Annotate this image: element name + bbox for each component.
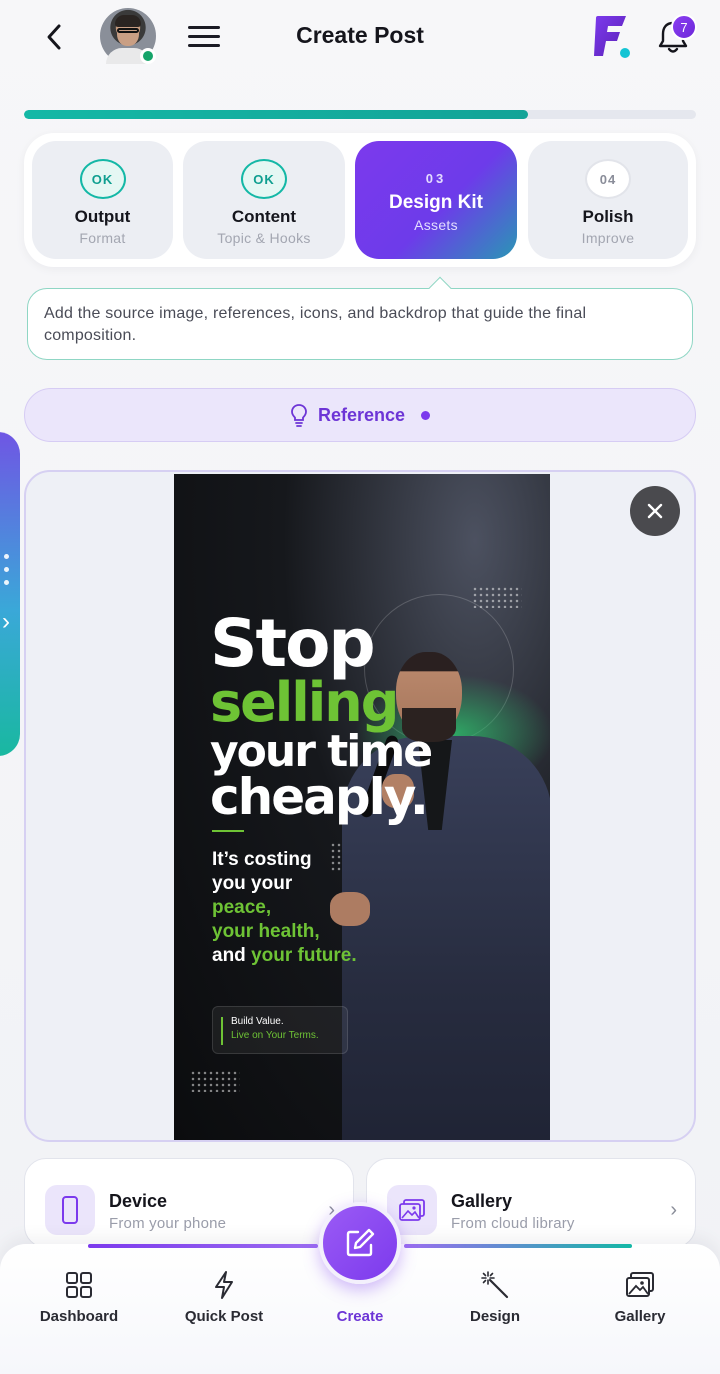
lightning-icon <box>164 1268 284 1302</box>
nav-label: Create <box>336 1308 384 1325</box>
info-text: Add the source image, references, icons,… <box>44 305 587 344</box>
remove-image-button[interactable] <box>630 486 680 536</box>
source-subtitle: From your phone <box>109 1215 227 1232</box>
poster-body-text: It’s costing you your peace, your health… <box>212 849 357 966</box>
top-app-bar: Create Post 7 <box>0 0 720 80</box>
step-title: Design Kit <box>389 192 483 213</box>
step-done-badge: OK <box>241 159 287 199</box>
notification-badge: 7 <box>671 14 697 40</box>
chevron-left-icon <box>47 24 61 50</box>
nav-quick-post[interactable]: Quick Post <box>164 1268 284 1325</box>
nav-label: Dashboard <box>39 1308 119 1325</box>
wizard-progress-bar <box>24 110 696 119</box>
online-status-dot <box>140 48 156 64</box>
upload-from-gallery-card[interactable]: Gallery From cloud library › <box>366 1158 696 1248</box>
step-subtitle: Format <box>79 230 126 246</box>
active-indicator-dot <box>421 410 431 420</box>
progress-fill <box>24 110 528 119</box>
close-icon <box>647 503 663 519</box>
nav-gallery[interactable]: Gallery <box>580 1268 700 1325</box>
step-title: Content <box>231 207 297 226</box>
drag-dots-icon <box>4 554 9 593</box>
step-design-kit[interactable]: 03 Design Kit Assets <box>355 141 517 259</box>
source-title: Gallery <box>451 1191 513 1211</box>
source-title: Device <box>109 1191 168 1211</box>
poster-headline: Stop selling your time cheaply. <box>210 605 433 826</box>
nav-label: Quick Post <box>184 1308 264 1325</box>
step-title: Output <box>74 207 131 226</box>
side-drawer-handle[interactable]: › <box>0 432 20 756</box>
user-avatar[interactable] <box>100 8 156 64</box>
back-button[interactable] <box>38 20 70 54</box>
nav-dashboard[interactable]: Dashboard <box>19 1268 139 1325</box>
step-number: 03 <box>425 171 447 186</box>
lightbulb-icon <box>291 404 307 427</box>
chevron-right-icon: › <box>2 608 10 635</box>
brand-logo[interactable] <box>592 12 636 60</box>
source-subtitle: From cloud library <box>451 1215 575 1232</box>
phone-icon <box>45 1185 95 1235</box>
reference-tab[interactable]: Reference <box>24 388 696 442</box>
step-done-badge: OK <box>79 159 126 199</box>
step-content[interactable]: OK Content Topic & Hooks <box>183 141 345 259</box>
logo-f-icon <box>594 16 630 58</box>
nav-label: Design <box>469 1308 520 1325</box>
page-title: Create Post <box>296 22 424 48</box>
step-subtitle: Assets <box>414 217 458 233</box>
grid-icon <box>19 1268 139 1302</box>
step-subtitle: Improve <box>581 230 635 246</box>
step-tabs: OK Output Format OK Content Topic & Hook… <box>24 133 696 267</box>
step-info-tooltip: Add the source image, references, icons,… <box>27 288 693 360</box>
step-number-badge: 04 <box>585 159 631 199</box>
menu-button[interactable] <box>188 26 220 48</box>
edit-icon <box>346 1228 375 1257</box>
hamburger-icon <box>188 26 220 29</box>
create-fab-button[interactable] <box>319 1202 401 1284</box>
reference-label: Reference <box>317 404 406 425</box>
step-output[interactable]: OK Output Format <box>32 141 173 259</box>
step-polish[interactable]: 04 Polish Improve <box>528 141 688 259</box>
nav-label: Gallery <box>614 1308 666 1325</box>
step-title: Polish <box>582 207 634 226</box>
upload-from-device-card[interactable]: Device From your phone › <box>24 1158 354 1248</box>
nav-design[interactable]: Design <box>435 1268 555 1325</box>
chevron-right-icon: › <box>670 1199 677 1221</box>
poster-tagline-box: Build Value. Live on Your Terms. <box>212 1006 348 1054</box>
reference-poster-image: Stop selling your time cheaply. It’s cos… <box>174 474 550 1140</box>
reference-image-preview: Stop selling your time cheaply. It’s cos… <box>24 470 696 1142</box>
gallery-icon <box>580 1268 700 1302</box>
step-subtitle: Topic & Hooks <box>217 230 311 246</box>
magic-wand-icon <box>435 1268 555 1302</box>
